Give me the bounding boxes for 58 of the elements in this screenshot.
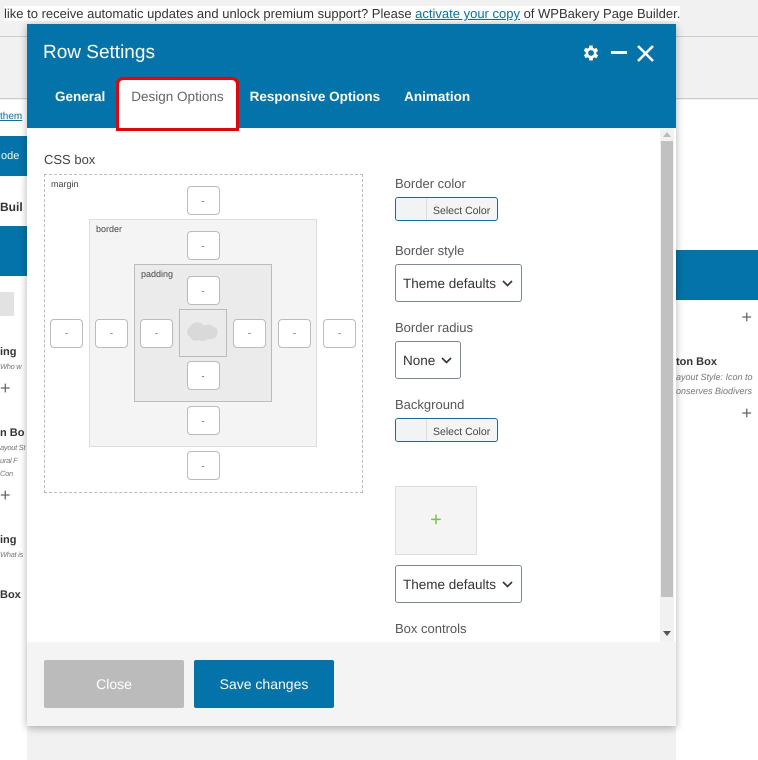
- dialog-title: Row Settings: [43, 42, 155, 64]
- field-label: Background: [395, 396, 464, 412]
- element-description: onserves Biodivers: [676, 386, 754, 396]
- box-layer-label: margin: [51, 179, 79, 189]
- close-icon[interactable]: [637, 44, 654, 62]
- page-button[interactable]: ode: [0, 136, 27, 176]
- scroll-down-icon[interactable]: [663, 631, 671, 636]
- box-value-field[interactable]: -: [278, 318, 311, 348]
- field-label: Border radius: [395, 320, 474, 336]
- add-icon[interactable]: +: [741, 404, 752, 422]
- box-layer-label: border: [96, 224, 122, 234]
- field-label: Box controls: [395, 621, 467, 636]
- element-title: Box: [0, 589, 22, 601]
- chevron-icon: [502, 280, 514, 287]
- element-title: ton Box: [676, 356, 718, 368]
- add-icon[interactable]: +: [741, 308, 752, 326]
- add-icon[interactable]: +: [0, 379, 27, 397]
- page-heading: Buil: [0, 200, 24, 214]
- dropdown-select[interactable]: Theme defaults: [395, 565, 522, 603]
- page-link[interactable]: them: [0, 111, 27, 122]
- color-picker-button[interactable]: Select Color: [395, 418, 498, 442]
- box-value-field[interactable]: -: [186, 361, 220, 390]
- box-value-field[interactable]: -: [186, 451, 220, 480]
- dropdown-select[interactable]: Theme defaults: [395, 264, 522, 302]
- scrollbar-thumb[interactable]: [661, 141, 673, 597]
- settings-tab[interactable]: Responsive Options: [240, 80, 390, 128]
- activate-link[interactable]: activate your copy: [415, 6, 520, 21]
- settings-tab[interactable]: General: [45, 80, 116, 128]
- box-value-field[interactable]: -: [233, 318, 266, 348]
- box-value-field[interactable]: -: [95, 318, 128, 348]
- box-value-field[interactable]: -: [186, 231, 220, 260]
- chevron-icon: [502, 580, 514, 588]
- box-value-field[interactable]: -: [323, 318, 356, 348]
- element-title: ing: [0, 346, 18, 358]
- box-value-field[interactable]: -: [140, 318, 173, 348]
- add-icon[interactable]: +: [0, 486, 27, 504]
- element-title: ing: [0, 534, 18, 546]
- settings-tab[interactable]: Animation: [394, 80, 480, 128]
- box-layer-label: padding: [141, 269, 174, 279]
- chevron-icon: [441, 356, 452, 364]
- field-label: Border color: [395, 176, 466, 191]
- settings-tab[interactable]: Design Options: [119, 80, 236, 128]
- page-bar: [0, 226, 27, 276]
- element-title: n Bo: [0, 427, 26, 439]
- css-box-label: CSS box: [44, 152, 96, 167]
- box-value-field[interactable]: -: [186, 276, 220, 305]
- element-description: ayout Style: Icon to: [676, 372, 754, 382]
- update-notice: like to receive automatic updates and unlock premium support? Please activate your copy of WPBakery Page Builder.: [4, 6, 680, 21]
- save-button[interactable]: Save changes: [194, 660, 334, 708]
- box-value-field[interactable]: -: [50, 318, 83, 348]
- scrollbar[interactable]: [660, 128, 674, 642]
- box-value-field[interactable]: -: [186, 406, 220, 435]
- box-value-field[interactable]: -: [186, 186, 220, 215]
- minimize-icon[interactable]: [611, 51, 627, 55]
- settings-icon[interactable]: [581, 43, 601, 63]
- field-label: Border style: [395, 243, 464, 258]
- dropdown-select[interactable]: None: [395, 341, 462, 379]
- color-picker-button[interactable]: Select Color: [395, 197, 498, 222]
